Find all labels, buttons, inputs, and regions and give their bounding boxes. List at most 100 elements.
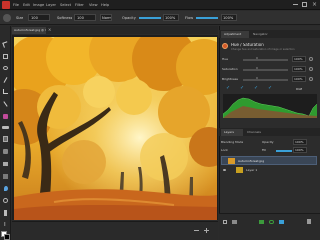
layer-name[interactable]: Autumnforest.jpg bbox=[238, 159, 264, 163]
blur-tool-icon[interactable] bbox=[4, 186, 8, 191]
healing-tool-icon[interactable] bbox=[2, 126, 9, 129]
document-tab-bar: Autumnforest.jpg @ 100% (RGB, 8) × bbox=[12, 26, 218, 34]
layer-thumbnail-alt bbox=[236, 167, 243, 173]
hue-percent[interactable]: 100% bbox=[292, 56, 306, 62]
adjustment-subtitle: Change hue and saturation of image or se… bbox=[231, 48, 295, 51]
layer-row[interactable]: Layer 1 bbox=[221, 166, 317, 175]
layer-thumbnail bbox=[228, 158, 235, 164]
flow-label: Flow bbox=[185, 16, 194, 20]
document-tab[interactable]: Autumnforest.jpg @ 100% (RGB, 8) bbox=[12, 27, 46, 34]
hue-value[interactable]: 0 bbox=[256, 56, 258, 60]
flow-slider[interactable] bbox=[196, 17, 218, 19]
opacity-slider[interactable] bbox=[139, 17, 161, 19]
maximize-icon[interactable] bbox=[302, 2, 307, 7]
eraser-tool-icon[interactable] bbox=[3, 162, 8, 166]
saturation-reset-icon[interactable] bbox=[309, 67, 313, 71]
menu-view[interactable]: View bbox=[89, 3, 98, 7]
crop-tool-icon[interactable] bbox=[3, 89, 8, 94]
status-bar bbox=[12, 221, 218, 240]
text-tool-icon[interactable]: T bbox=[3, 222, 7, 228]
autumn-forest-image bbox=[14, 37, 217, 220]
close-tab-icon[interactable]: × bbox=[48, 28, 51, 32]
softness-input[interactable]: 100 bbox=[74, 14, 96, 21]
channel-check-icon[interactable]: ✓ bbox=[226, 86, 230, 91]
visibility-eye-icon[interactable] bbox=[223, 169, 226, 171]
magic-wand-tool-icon[interactable] bbox=[3, 77, 8, 83]
pen-tool-icon[interactable] bbox=[4, 210, 7, 216]
fill-input[interactable]: 100% bbox=[293, 147, 307, 153]
opacity-label: Opacity bbox=[122, 16, 136, 20]
layer-opacity-input[interactable]: 100% bbox=[293, 139, 307, 145]
tools-panel: T bbox=[0, 26, 11, 240]
blend-mode-select[interactable]: Blending Mode bbox=[221, 140, 243, 144]
channel-check-icon[interactable]: ✓ bbox=[254, 86, 258, 91]
minimize-icon[interactable] bbox=[293, 4, 298, 5]
hue-slider[interactable] bbox=[243, 59, 288, 61]
move-tool-icon[interactable] bbox=[2, 41, 9, 48]
channel-check-icon[interactable]: ✓ bbox=[240, 86, 244, 91]
saturation-value[interactable]: 0 bbox=[256, 66, 258, 70]
background-color-swatch[interactable] bbox=[4, 234, 10, 240]
clone-stamp-tool-icon[interactable] bbox=[3, 149, 8, 154]
zoom-in-icon[interactable] bbox=[204, 228, 209, 233]
lasso-tool-icon[interactable] bbox=[3, 66, 8, 70]
saturation-row: Saturation 0 100% bbox=[221, 66, 317, 74]
flow-input[interactable]: 100% bbox=[221, 14, 237, 21]
link-icon[interactable] bbox=[269, 220, 274, 224]
saturation-slider[interactable] bbox=[243, 69, 288, 71]
menu-bar: File Edit Image Layer Select Filter View… bbox=[0, 0, 320, 10]
mask-icon[interactable] bbox=[259, 220, 264, 224]
color-swatch-tool-icon[interactable] bbox=[3, 114, 8, 119]
gradient-tool-icon[interactable] bbox=[3, 174, 8, 179]
channel-check-icon[interactable]: ✓ bbox=[268, 86, 272, 91]
tab-layers[interactable]: Layers bbox=[221, 129, 243, 136]
brush-tool-icon[interactable] bbox=[3, 136, 8, 142]
layer-opacity-label: Opacity bbox=[262, 140, 274, 144]
saturation-percent[interactable]: 100% bbox=[292, 66, 306, 72]
brightness-row: Brightness 0 100% bbox=[221, 76, 317, 84]
new-layer-icon[interactable] bbox=[223, 220, 227, 224]
window-controls: × bbox=[293, 2, 318, 8]
brush-preset-icon[interactable] bbox=[3, 14, 11, 22]
dodge-tool-icon[interactable] bbox=[3, 198, 8, 203]
rgb-label[interactable]: RGB bbox=[296, 87, 302, 91]
layers-footer bbox=[219, 213, 320, 240]
trash-icon[interactable] bbox=[307, 219, 311, 224]
histogram bbox=[223, 94, 317, 118]
layers-tab-bar: Layers Channels bbox=[219, 128, 320, 136]
zoom-out-icon[interactable] bbox=[194, 230, 199, 231]
menu-layer[interactable]: Layer bbox=[46, 3, 56, 7]
autumn-forest-photo[interactable] bbox=[14, 37, 217, 220]
brightness-reset-icon[interactable] bbox=[309, 77, 313, 81]
marquee-tool-icon[interactable] bbox=[3, 54, 8, 59]
tab-channels[interactable]: Channels bbox=[244, 129, 270, 136]
menu-select[interactable]: Select bbox=[60, 3, 71, 7]
layer-name-2[interactable]: Layer 1 bbox=[246, 168, 257, 172]
menu-image[interactable]: Image bbox=[33, 3, 44, 7]
hue-saturation-icon bbox=[222, 43, 228, 49]
folder-icon[interactable] bbox=[232, 220, 237, 224]
menu-filter[interactable]: Filter bbox=[75, 3, 84, 7]
opacity-input[interactable]: 100% bbox=[163, 14, 179, 21]
adjustment-tab-bar: Adjustment Navigator bbox=[219, 30, 320, 38]
brightness-slider[interactable] bbox=[243, 79, 288, 81]
brightness-value[interactable]: 0 bbox=[256, 76, 258, 80]
adjustment-layer-icon[interactable] bbox=[279, 220, 284, 224]
fill-slider[interactable] bbox=[276, 150, 292, 152]
brightness-percent[interactable]: 100% bbox=[292, 76, 306, 82]
app-logo[interactable] bbox=[2, 1, 10, 9]
mode-select[interactable]: Normal bbox=[100, 14, 112, 21]
eyedropper-tool-icon[interactable] bbox=[3, 101, 8, 107]
tab-adjustment[interactable]: Adjustment bbox=[221, 31, 249, 38]
menu-edit[interactable]: Edit bbox=[23, 3, 30, 7]
menu-help[interactable]: Help bbox=[101, 3, 109, 7]
hue-reset-icon[interactable] bbox=[309, 57, 313, 61]
menu-file[interactable]: File bbox=[13, 3, 19, 7]
hue-row: Hue 0 100% bbox=[221, 56, 317, 64]
layer-row-active[interactable]: Autumnforest.jpg bbox=[221, 156, 317, 165]
size-input[interactable]: 100 bbox=[28, 14, 50, 21]
close-icon[interactable]: × bbox=[312, 2, 317, 8]
options-bar: Size 100 Softness 100 Normal Opacity 100… bbox=[0, 11, 320, 25]
hue-label: Hue bbox=[222, 57, 229, 61]
tab-navigator[interactable]: Navigator bbox=[250, 31, 278, 38]
